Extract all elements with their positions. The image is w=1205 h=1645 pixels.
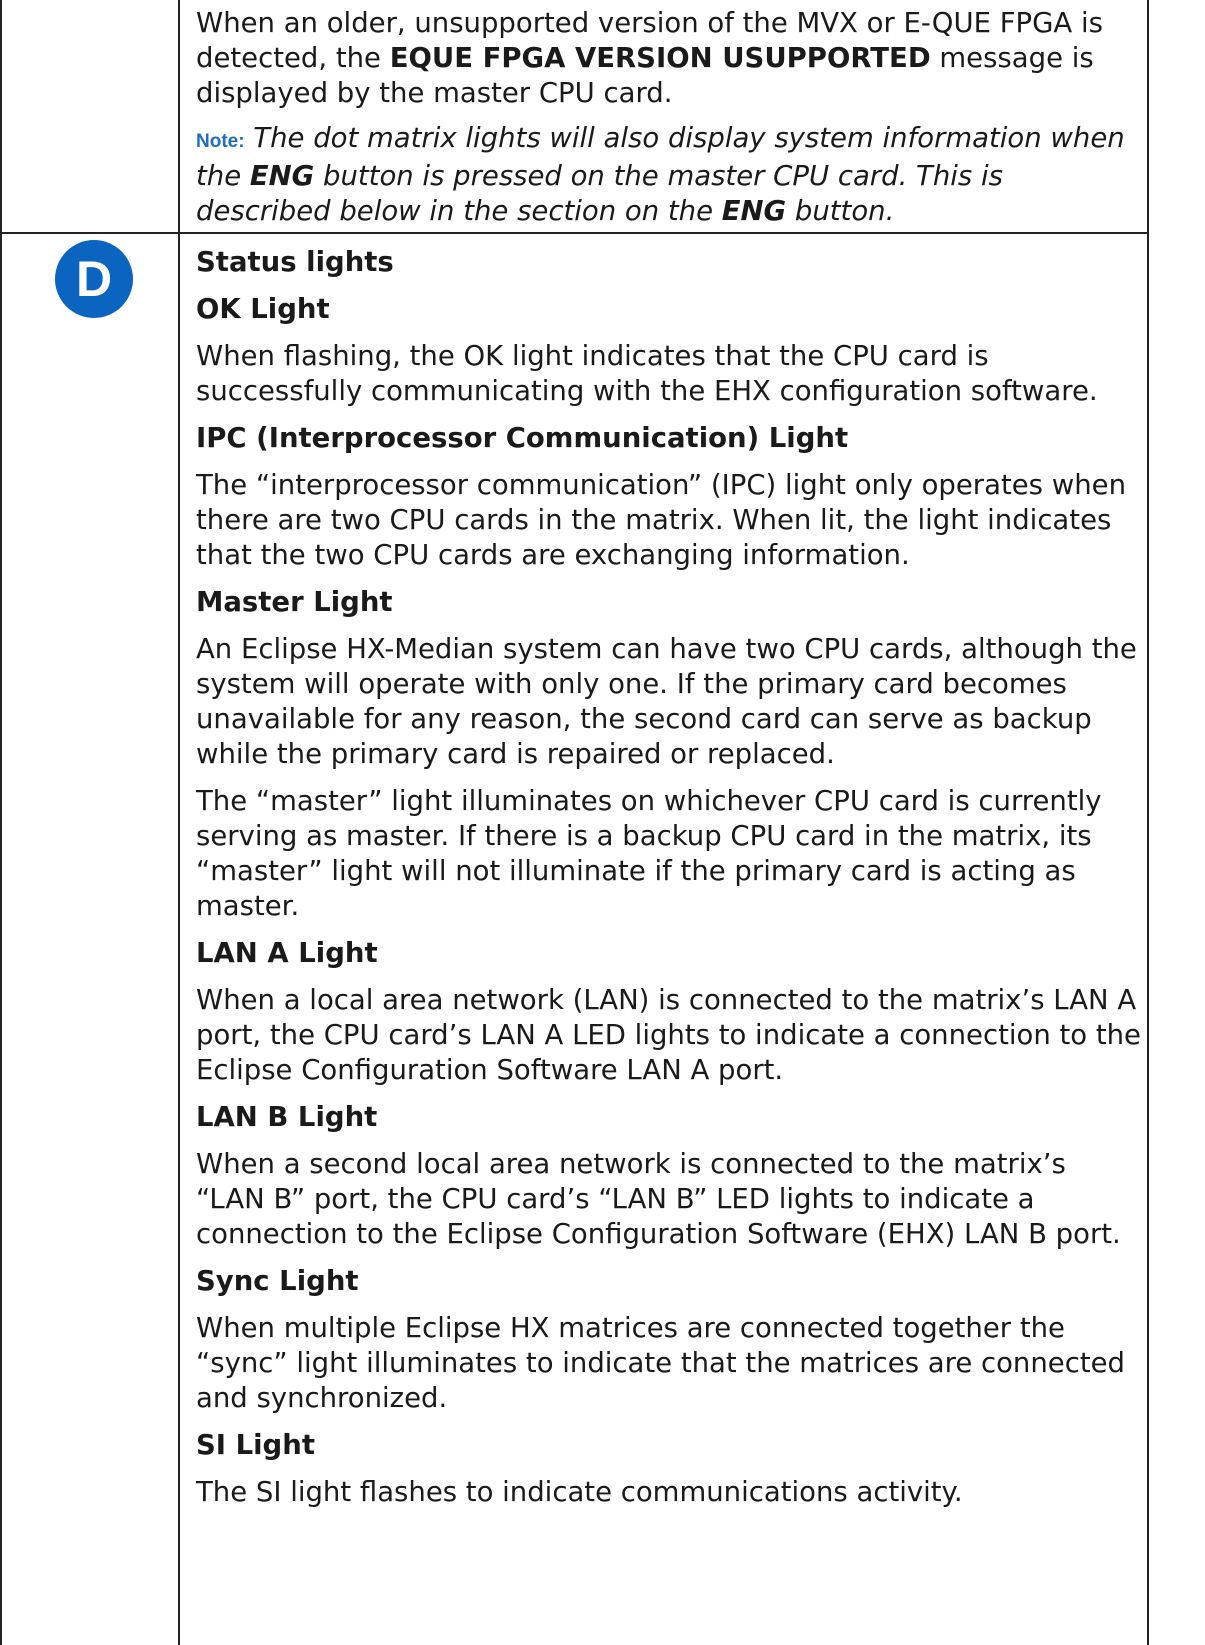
sync-light-heading: Sync Light: [196, 1265, 359, 1297]
ok-light-text: When flashing, the OK light indicates th…: [196, 340, 1098, 407]
ipc-light-heading: IPC (Interprocessor Communication) Light: [196, 422, 849, 454]
master-light-text-2: The “master” light illuminates on whiche…: [196, 785, 1102, 922]
si-light-heading: SI Light: [196, 1429, 315, 1461]
lan-a-light-heading: LAN A Light: [196, 937, 378, 969]
table-column-divider: [178, 0, 180, 1645]
lan-b-light-heading: LAN B Light: [196, 1101, 378, 1133]
ipc-light-text: The “interprocessor communication” (IPC)…: [196, 469, 1127, 571]
table-left-border: [0, 0, 2, 1645]
note-label: Note:: [196, 131, 245, 152]
eng-button-name: ENG: [721, 195, 787, 227]
document-table: When an older, unsupported version of th…: [0, 0, 1205, 1645]
table-row-divider: [0, 232, 1149, 234]
note-paragraph: Note: The dot matrix lights will also di…: [196, 121, 1141, 229]
table-right-border: [1147, 0, 1149, 1645]
status-lights-cell: Status lights OK Light When flashing, th…: [196, 245, 1141, 1510]
lan-a-light-text: When a local area network (LAN) is conne…: [196, 984, 1141, 1086]
si-light-text: The SI light flashes to indicate communi…: [196, 1476, 963, 1508]
note-text: button.: [786, 195, 895, 227]
section-d-badge-icon: D: [55, 240, 133, 318]
master-light-heading: Master Light: [196, 586, 393, 618]
master-light-text-1: An Eclipse HX-Median system can have two…: [196, 633, 1137, 770]
top-cell-content: When an older, unsupported version of th…: [196, 6, 1141, 229]
lan-b-light-text: When a second local area network is conn…: [196, 1148, 1121, 1250]
ok-light-heading: OK Light: [196, 293, 330, 325]
error-message-name: EQUE FPGA VERSION USUPPORTED: [389, 42, 931, 74]
eng-button-name: ENG: [249, 160, 315, 192]
section-title: Status lights: [196, 246, 394, 278]
sync-light-text: When multiple Eclipse HX matrices are co…: [196, 1312, 1125, 1414]
fpga-version-paragraph: When an older, unsupported version of th…: [196, 6, 1141, 111]
